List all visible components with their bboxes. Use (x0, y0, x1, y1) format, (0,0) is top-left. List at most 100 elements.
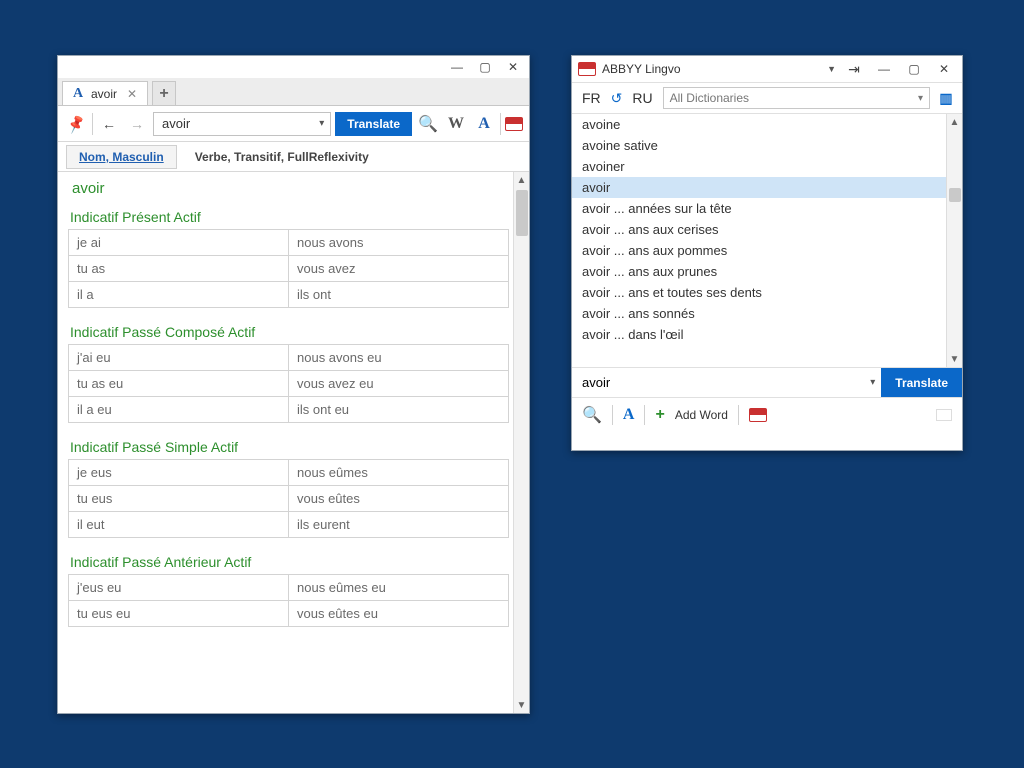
minimize-button[interactable]: — (445, 58, 469, 76)
window-controls: — ▢ ✕ (58, 56, 529, 78)
scrollbar[interactable]: ▲ ▼ (946, 114, 962, 367)
article-pane: avoir Indicatif Présent Actifje ainous a… (58, 172, 529, 713)
search-icon[interactable]: 🔍 (416, 112, 440, 136)
plus-icon: + (655, 406, 664, 424)
a-icon: A (71, 87, 85, 101)
swap-languages-icon[interactable]: ↺ (611, 90, 623, 107)
bookshelf-icon[interactable]: ▥ (936, 88, 956, 108)
tab-avoir[interactable]: A avoir ✕ (62, 81, 148, 105)
flag-icon[interactable] (936, 409, 952, 421)
new-tab-button[interactable]: + (152, 81, 176, 105)
tense-header: Indicatif Passé Simple Actif (68, 433, 509, 459)
translate-button[interactable]: Translate (881, 368, 962, 397)
list-item[interactable]: avoir (572, 177, 946, 198)
lang-from[interactable]: FR (578, 90, 605, 106)
translate-button[interactable]: Translate (335, 112, 412, 136)
forward-button[interactable]: → (125, 112, 149, 136)
table-cell: tu as (69, 256, 289, 282)
table-cell: tu eus eu (69, 601, 289, 627)
scrollbar[interactable]: ▲ ▼ (513, 172, 529, 713)
conjugation-table: j'eus eunous eûmes eutu eus euvous eûtes… (68, 574, 509, 627)
word-input-wrap[interactable] (572, 368, 870, 397)
scroll-track[interactable] (947, 130, 962, 351)
minimize-button[interactable]: — (872, 60, 896, 78)
close-button[interactable]: ✕ (501, 58, 525, 76)
lingvo-main-window: ABBYY Lingvo ▼ ⇥ — ▢ ✕ FR ↺ RU All Dicti… (571, 55, 963, 451)
pin-icon[interactable]: 📌 (61, 108, 92, 139)
table-cell: je ai (69, 230, 289, 256)
dictionary-selector[interactable]: All Dictionaries ▾ (663, 87, 930, 109)
table-cell: tu as eu (69, 371, 289, 397)
search-input[interactable] (160, 115, 319, 132)
list-item[interactable]: avoir ... ans aux cerises (572, 219, 946, 240)
scroll-thumb[interactable] (516, 190, 528, 236)
headword: avoir (68, 178, 509, 203)
lingvo-logo-icon (578, 62, 596, 76)
list-item[interactable]: avoir ... ans aux pommes (572, 240, 946, 261)
table-row: je ainous avons (69, 230, 509, 256)
menu-chevron-icon[interactable]: ▼ (827, 64, 836, 74)
table-row: il a euils ont eu (69, 397, 509, 423)
separator (92, 113, 93, 135)
table-cell: nous avons (289, 230, 509, 256)
tense-header: Indicatif Passé Composé Actif (68, 318, 509, 344)
scroll-thumb[interactable] (949, 188, 961, 202)
article-content: avoir Indicatif Présent Actifje ainous a… (58, 172, 529, 713)
lang-to[interactable]: RU (628, 90, 656, 106)
bottom-toolbar: 🔍 A + Add Word (572, 397, 962, 431)
chevron-down-icon[interactable]: ▾ (319, 118, 324, 129)
pin-button[interactable]: ⇥ (842, 60, 866, 78)
table-row: il ails ont (69, 282, 509, 308)
table-row: tu eusvous eûtes (69, 486, 509, 512)
word-input[interactable] (580, 374, 862, 391)
list-item[interactable]: avoir ... années sur la tête (572, 198, 946, 219)
tutor-icon[interactable] (749, 408, 767, 422)
table-row: il eutils eurent (69, 512, 509, 538)
search-icon[interactable]: 🔍 (582, 405, 602, 425)
word-list-inner: avoineavoine sativeavoineravoiravoir ...… (572, 114, 946, 367)
list-item[interactable]: avoir ... ans et toutes ses dents (572, 282, 946, 303)
table-cell: je eus (69, 460, 289, 486)
table-row: j'ai eunous avons eu (69, 345, 509, 371)
grammar-tab-active[interactable]: Nom, Masculin (66, 145, 177, 169)
word-forms-window: — ▢ ✕ A avoir ✕ + 📌 ← → ▾ Translate 🔍 W … (57, 55, 530, 714)
table-cell: vous avez eu (289, 371, 509, 397)
tense-header: Indicatif Présent Actif (68, 203, 509, 229)
list-item[interactable]: avoir ... ans aux prunes (572, 261, 946, 282)
list-item[interactable]: avoir ... dans l'œil (572, 324, 946, 345)
scroll-down-icon[interactable]: ▼ (947, 351, 963, 367)
wikipedia-icon[interactable]: W (444, 112, 468, 136)
separator (644, 405, 645, 425)
conjugation-table: je ainous avonstu asvous avezil ails ont (68, 229, 509, 308)
scroll-track[interactable] (514, 188, 529, 697)
window-title: ABBYY Lingvo (602, 62, 821, 76)
table-row: tu asvous avez (69, 256, 509, 282)
add-word-button[interactable]: Add Word (675, 408, 728, 422)
chevron-down-icon[interactable]: ▾ (870, 377, 875, 388)
tab-close-icon[interactable]: ✕ (127, 87, 137, 101)
forms-a-icon[interactable]: A (623, 406, 635, 424)
forms-a-icon[interactable]: A (472, 112, 496, 136)
lingvo-logo-icon[interactable] (505, 117, 523, 131)
maximize-button[interactable]: ▢ (902, 60, 926, 78)
scroll-up-icon[interactable]: ▲ (947, 114, 963, 130)
conjugation-table: je eusnous eûmestu eusvous eûtesil eutil… (68, 459, 509, 538)
scroll-down-icon[interactable]: ▼ (514, 697, 530, 713)
table-cell: vous eûtes eu (289, 601, 509, 627)
maximize-button[interactable]: ▢ (473, 58, 497, 76)
separator (500, 113, 501, 135)
chevron-down-icon: ▾ (918, 93, 923, 104)
tense-header: Indicatif Passé Antérieur Actif (68, 548, 509, 574)
list-item[interactable]: avoine (572, 114, 946, 135)
close-button[interactable]: ✕ (932, 60, 956, 78)
scroll-up-icon[interactable]: ▲ (514, 172, 530, 188)
table-cell: ils ont (289, 282, 509, 308)
grammar-tab-other[interactable]: Verbe, Transitif, FullReflexivity (195, 150, 369, 164)
toolbar: 📌 ← → ▾ Translate 🔍 W A (58, 106, 529, 142)
separator (612, 405, 613, 425)
list-item[interactable]: avoiner (572, 156, 946, 177)
search-input-wrap[interactable]: ▾ (153, 112, 331, 136)
list-item[interactable]: avoine sative (572, 135, 946, 156)
list-item[interactable]: avoir ... ans sonnés (572, 303, 946, 324)
back-button[interactable]: ← (97, 112, 121, 136)
